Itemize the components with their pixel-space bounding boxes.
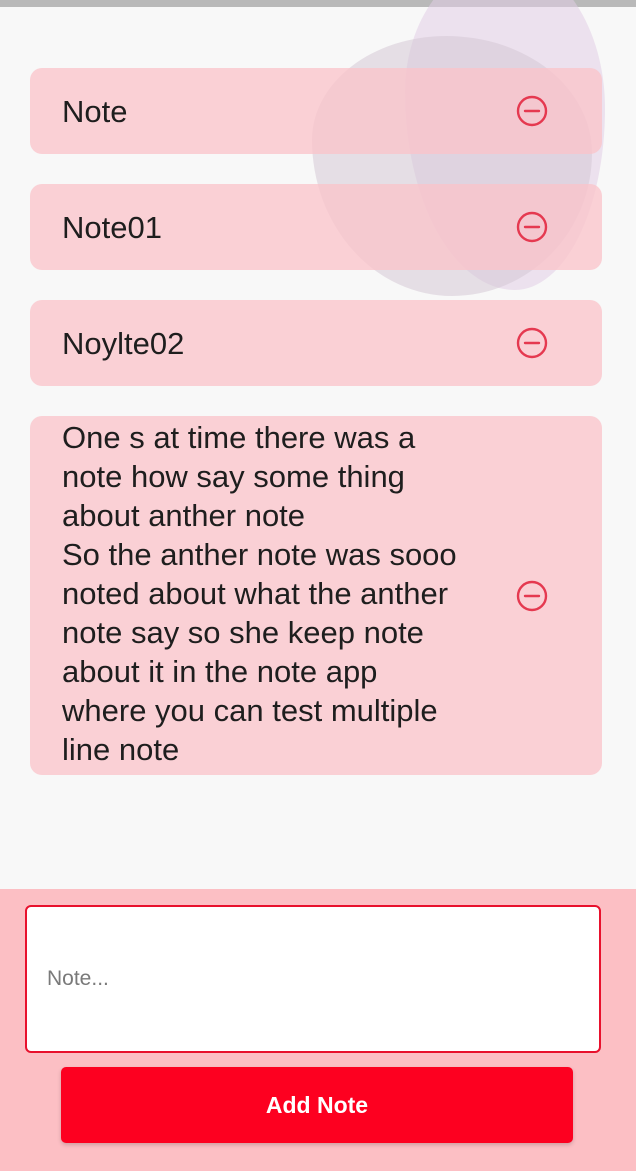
add-note-button[interactable]: Add Note	[61, 1067, 573, 1143]
note-composer-panel: Add Note	[0, 889, 636, 1171]
remove-note-button[interactable]	[516, 211, 548, 243]
minus-circle-icon	[516, 211, 548, 243]
note-text: Note01	[62, 209, 162, 245]
note-card[interactable]: Noylte02	[30, 300, 602, 386]
minus-circle-icon	[516, 95, 548, 127]
note-text: Noylte02	[62, 325, 185, 361]
remove-note-button[interactable]	[516, 580, 548, 612]
status-bar	[0, 0, 636, 7]
remove-note-button[interactable]	[516, 95, 548, 127]
note-input[interactable]	[25, 905, 601, 1053]
note-text: Note	[62, 93, 128, 129]
notes-list: Note Note01 Noylte02 One s at time there	[30, 68, 602, 805]
remove-note-button[interactable]	[516, 327, 548, 359]
note-text: One s at time there was a note how say s…	[62, 420, 457, 767]
note-card[interactable]: One s at time there was a note how say s…	[30, 416, 602, 775]
minus-circle-icon	[516, 327, 548, 359]
note-card[interactable]: Note	[30, 68, 602, 154]
note-card[interactable]: Note01	[30, 184, 602, 270]
minus-circle-icon	[516, 580, 548, 611]
